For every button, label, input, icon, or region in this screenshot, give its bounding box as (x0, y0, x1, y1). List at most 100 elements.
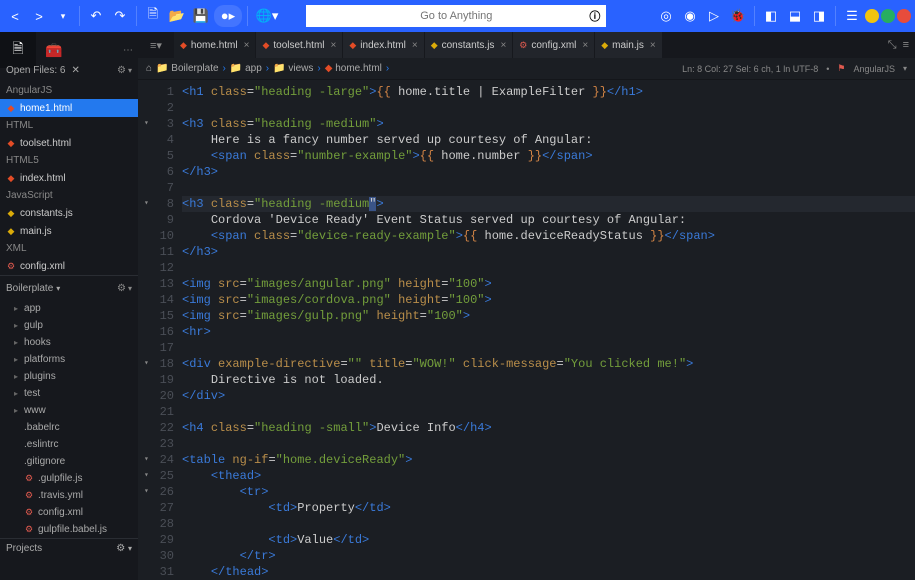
code-line[interactable]: </div> (182, 388, 915, 404)
target-icon[interactable]: ◎ (655, 5, 677, 27)
folder-item[interactable]: ▸.eslintrc (0, 436, 138, 453)
code-line[interactable] (182, 404, 915, 420)
folder-item[interactable]: ▸⚙config.xml (0, 504, 138, 521)
nav-fwd-button[interactable]: > (28, 5, 50, 27)
code-line[interactable]: Cordova 'Device Ready' Event Status serv… (182, 212, 915, 228)
search-input[interactable] (314, 10, 598, 22)
code-line[interactable] (182, 516, 915, 532)
line-number[interactable]: 4 (138, 132, 174, 148)
tab-list-button[interactable]: ≡▾ (138, 32, 174, 58)
folder-item[interactable]: ▸⚙gulpfile.babel.js (0, 521, 138, 538)
folder-item[interactable]: ▸www (0, 402, 138, 419)
nav-dropdown[interactable]: ▾ (52, 5, 74, 27)
folders-header[interactable]: Boilerplate ▾ ⚙ ▾ (0, 276, 138, 300)
close-icon[interactable]: × (500, 40, 506, 51)
editor-tab[interactable]: ◆constants.js× (425, 32, 514, 58)
close-all-icon[interactable]: ✕ (71, 65, 79, 76)
line-number[interactable]: 5 (138, 148, 174, 164)
close-icon[interactable]: × (412, 40, 418, 51)
line-number[interactable]: 24 (138, 452, 174, 468)
line-number[interactable]: 23 (138, 436, 174, 452)
undo-button[interactable]: ↶ (85, 5, 107, 27)
record-icon[interactable]: ◉ (679, 5, 701, 27)
layout-bottom-button[interactable]: ⬓ (784, 5, 806, 27)
line-number[interactable]: 1 (138, 84, 174, 100)
code-line[interactable] (182, 260, 915, 276)
breadcrumb-item[interactable]: 📁 Boilerplate (156, 63, 218, 74)
code-line[interactable]: </thead> (182, 564, 915, 580)
code-line[interactable]: </tr> (182, 548, 915, 564)
open-file-item[interactable]: ◆constants.js (0, 204, 138, 222)
code-line[interactable]: <h3 class="heading -medium"> (182, 196, 915, 212)
code-line[interactable]: <hr> (182, 324, 915, 340)
save-button[interactable]: 💾 (190, 5, 212, 27)
breadcrumb-item[interactable]: 📁 views (273, 63, 313, 74)
code-line[interactable]: <span class="number-example">{{ home.num… (182, 148, 915, 164)
open-file-item[interactable]: ⚙config.xml (0, 257, 138, 275)
line-number[interactable]: 28 (138, 516, 174, 532)
code-line[interactable]: <thead> (182, 468, 915, 484)
code-line[interactable] (182, 180, 915, 196)
code-line[interactable]: <h4 class="heading -small">Device Info</… (182, 420, 915, 436)
code-line[interactable] (182, 100, 915, 116)
record-macro-button[interactable]: ●▸ (214, 5, 242, 27)
line-number[interactable]: 3 (138, 116, 174, 132)
breadcrumb-item[interactable]: ◆ home.html (325, 63, 382, 74)
line-number[interactable]: 15 (138, 308, 174, 324)
line-number[interactable]: 20 (138, 388, 174, 404)
code-line[interactable]: </h3> (182, 244, 915, 260)
syntax-label[interactable]: AngularJS (853, 64, 895, 74)
open-file-item[interactable]: ◆toolset.html (0, 134, 138, 152)
code-line[interactable]: <td>Property</td> (182, 500, 915, 516)
window-close[interactable] (897, 9, 911, 23)
code-line[interactable] (182, 436, 915, 452)
home-icon[interactable]: ⌂ (146, 63, 152, 74)
close-icon[interactable]: × (650, 40, 656, 51)
line-number[interactable]: 26 (138, 484, 174, 500)
line-number[interactable]: 22 (138, 420, 174, 436)
play-icon[interactable]: ▷ (703, 5, 725, 27)
folder-item[interactable]: ▸⚙.gulpfile.js (0, 470, 138, 487)
breadcrumb-item[interactable]: 📁 app (230, 63, 262, 74)
line-number[interactable]: 11 (138, 244, 174, 260)
code-line[interactable]: <img src="images/gulp.png" height="100"> (182, 308, 915, 324)
line-number[interactable]: 6 (138, 164, 174, 180)
editor-tab[interactable]: ◆main.js× (595, 32, 662, 58)
split-view-icon[interactable]: ⤡ (888, 39, 897, 52)
close-icon[interactable]: × (244, 40, 250, 51)
line-number[interactable]: 18 (138, 356, 174, 372)
layout-right-button[interactable]: ◨ (808, 5, 830, 27)
chevron-down-icon[interactable]: ▾ (128, 544, 132, 553)
code-line[interactable]: </h3> (182, 164, 915, 180)
line-number[interactable]: 30 (138, 548, 174, 564)
chevron-down-icon[interactable]: ▾ (903, 64, 907, 73)
code-line[interactable]: <h3 class="heading -medium"> (182, 116, 915, 132)
code-line[interactable]: Here is a fancy number served up courtes… (182, 132, 915, 148)
redo-button[interactable]: ↷ (109, 5, 131, 27)
editor-tab[interactable]: ◆toolset.html× (256, 32, 343, 58)
line-number[interactable]: 9 (138, 212, 174, 228)
close-icon[interactable]: × (582, 40, 588, 51)
layout-left-button[interactable]: ◧ (760, 5, 782, 27)
bug-icon[interactable]: 🐞 (727, 5, 749, 27)
open-file-item[interactable]: ◆home1.html (0, 99, 138, 117)
tab-menu-icon[interactable]: ≡ (903, 39, 909, 51)
folder-item[interactable]: ▸app (0, 300, 138, 317)
code-line[interactable]: <tr> (182, 484, 915, 500)
editor-tab[interactable]: ◆home.html× (174, 32, 256, 58)
code-editor[interactable]: 1234567891011121314151617181920212223242… (138, 80, 915, 580)
code-line[interactable]: <div example-directive="" title="WOW!" c… (182, 356, 915, 372)
gear-icon[interactable]: ⚙ (117, 283, 126, 294)
folder-item[interactable]: ▸plugins (0, 368, 138, 385)
open-file-item[interactable]: ◆main.js (0, 222, 138, 240)
globe-button[interactable]: 🌐▾ (253, 5, 281, 27)
folder-item[interactable]: ▸⚙.travis.yml (0, 487, 138, 504)
new-file-button[interactable]: 🗎 (142, 5, 164, 27)
code-line[interactable]: <h1 class="heading -large">{{ home.title… (182, 84, 915, 100)
alert-icon[interactable]: ⚑ (837, 63, 845, 74)
goto-anything-search[interactable]: ⓘ (306, 5, 606, 27)
breadcrumb-path[interactable]: ⌂📁 Boilerplate › 📁 app › 📁 views › ◆ hom… (146, 63, 389, 74)
nav-back-button[interactable]: < (4, 5, 26, 27)
code-line[interactable]: <td>Value</td> (182, 532, 915, 548)
line-number[interactable]: 16 (138, 324, 174, 340)
